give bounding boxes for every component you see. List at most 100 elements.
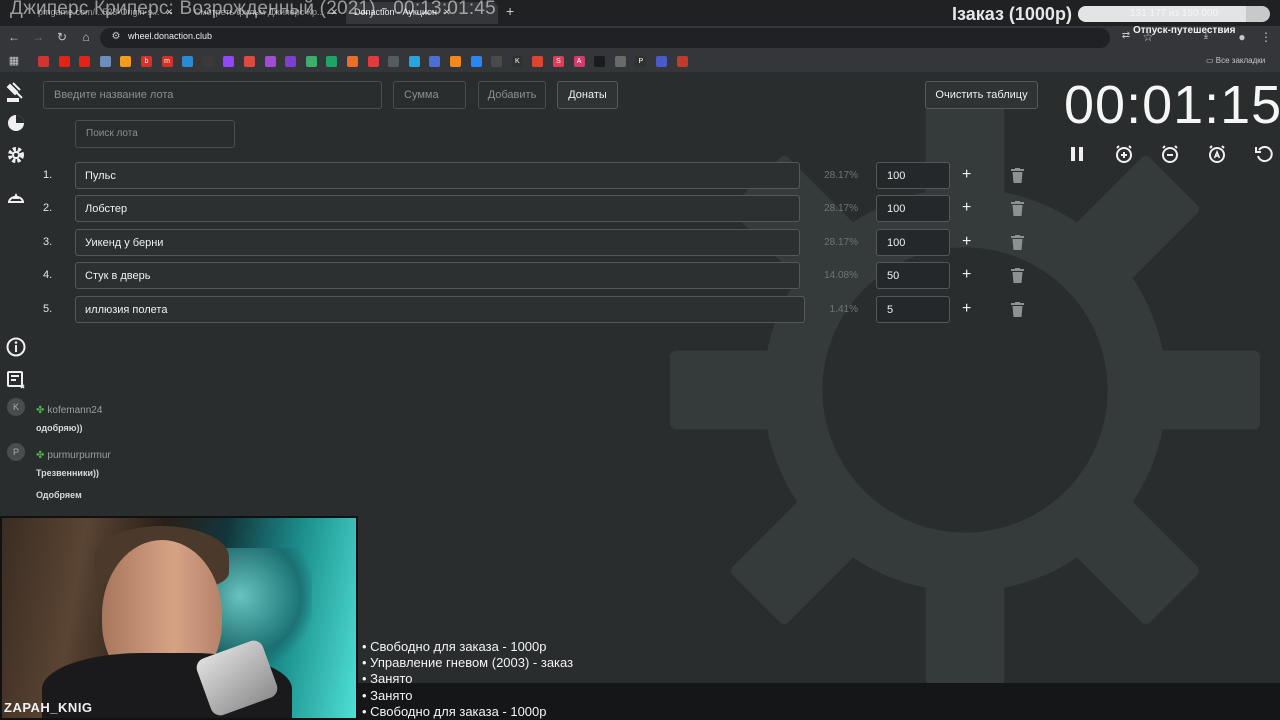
k-icon[interactable]: K — [511, 56, 523, 67]
lot-amount-field[interactable]: 5 — [876, 295, 950, 323]
chat-message: одобряю)) — [36, 423, 83, 433]
app-icon[interactable] — [367, 56, 379, 67]
lot-amount-field[interactable]: 50 — [876, 262, 950, 290]
lot-percent: 14.08% — [824, 270, 858, 282]
plus-icon[interactable]: + — [962, 266, 971, 284]
s-icon[interactable]: S — [553, 56, 564, 67]
add-time-icon[interactable] — [1114, 144, 1134, 164]
trash-icon[interactable] — [1011, 268, 1024, 284]
edge-icon[interactable] — [182, 56, 194, 67]
reset-icon[interactable] — [1254, 144, 1274, 164]
app-icon[interactable] — [244, 56, 255, 67]
trash-icon[interactable] — [1011, 168, 1024, 183]
ticker-line: • Занято — [362, 687, 413, 703]
app-icon[interactable] — [388, 56, 400, 67]
app-icon[interactable] — [305, 56, 317, 67]
youtube-icon[interactable] — [79, 56, 91, 67]
lot-amount-field[interactable]: 100 — [876, 195, 950, 223]
lot-number: 3. — [43, 235, 53, 248]
order-badge: Iзаказ (1000р) — [952, 4, 1072, 24]
plus-icon[interactable]: + — [962, 233, 971, 251]
lot-number: 1. — [43, 169, 53, 181]
plus-icon[interactable]: + — [962, 199, 971, 217]
lot-row: 4. Стук в дверь 14.08% 50 + — [0, 262, 1050, 290]
lot-number: 2. — [43, 202, 53, 215]
menu-dots-icon[interactable]: ⋮ — [1258, 30, 1274, 44]
trash-icon[interactable] — [1011, 301, 1024, 317]
apps-grid-icon[interactable]: ▦ — [6, 54, 22, 67]
avatar[interactable]: ● — [1234, 30, 1250, 44]
lot-row: 2. Лобстер 28.17% 100 + — [0, 195, 1050, 223]
play-icon[interactable] — [594, 56, 606, 67]
all-bookmarks-label: Все закладки — [1215, 56, 1266, 65]
app-icon[interactable] — [99, 56, 111, 67]
mail-icon[interactable] — [120, 56, 132, 67]
plus-icon[interactable]: + — [962, 300, 971, 318]
reload-icon[interactable]: ↻ — [54, 30, 70, 44]
gavel-icon[interactable] — [5, 81, 27, 103]
forward-icon[interactable]: → — [30, 30, 46, 44]
twitch-icon[interactable] — [223, 56, 235, 67]
auto-timer-icon[interactable] — [1207, 144, 1227, 164]
add-button[interactable]: Добавить — [478, 81, 546, 109]
lot-number: 4. — [43, 269, 53, 282]
sheet-icon[interactable] — [326, 56, 338, 67]
stream-title: Джиперс Криперс: Возрожденный (2021) - 0… — [10, 0, 496, 19]
pause-icon[interactable] — [1067, 144, 1087, 164]
a-icon[interactable]: A — [573, 56, 585, 67]
back-icon[interactable]: ← — [6, 30, 22, 44]
chat-username: ✤ kofemann24 — [36, 405, 102, 416]
lot-amount-field[interactable]: 100 — [876, 228, 950, 256]
lot-name-field[interactable]: Уикенд у берни — [75, 228, 800, 256]
app-icon[interactable] — [491, 56, 503, 67]
app-icon[interactable] — [429, 56, 441, 67]
lot-amount-field[interactable]: 100 — [876, 162, 950, 189]
timer-display: 00:01:15 — [1064, 75, 1280, 135]
wc-icon[interactable] — [285, 56, 297, 67]
app-icon[interactable] — [676, 56, 688, 67]
lot-percent: 28.17% — [824, 236, 858, 248]
clear-table-button[interactable]: Очистить таблицу — [925, 81, 1038, 109]
trash-icon[interactable] — [1011, 234, 1024, 250]
lot-name-field[interactable]: Пульс — [75, 162, 800, 189]
chat-panel-icon[interactable] — [5, 369, 27, 391]
address-bar[interactable]: ⚙ — [100, 28, 1110, 48]
translate-icon[interactable]: ⇄ — [1118, 30, 1134, 41]
app-icon[interactable] — [656, 56, 667, 67]
bookmarks-bar: ▦ bm K SA P ▭ Все закладки — [0, 50, 1280, 73]
plus-icon[interactable] — [202, 56, 214, 67]
leaf-icon: ✤ — [36, 405, 45, 416]
chat-message: Одобряем — [36, 490, 82, 500]
new-tab-icon[interactable]: + — [506, 3, 514, 19]
browser-nav-bar: ← → ↻ ⌂ ⚙ wheel.donaction.club ⇄ ☆ ⤓ ● ⋮ — [0, 26, 1280, 50]
app-icon[interactable] — [347, 56, 358, 67]
search-lot-input[interactable]: Поиск лота — [75, 120, 235, 148]
lot-name-input[interactable]: Введите название лота — [43, 81, 382, 109]
plus-icon[interactable]: + — [962, 166, 971, 184]
ring-icon[interactable] — [264, 56, 276, 67]
home-icon[interactable]: ⌂ — [78, 30, 94, 44]
lot-name-field[interactable]: Стук в дверь — [75, 262, 800, 290]
vk-icon[interactable] — [470, 56, 482, 67]
gmail-icon[interactable]: m — [161, 56, 173, 67]
app-icon[interactable] — [408, 56, 420, 67]
app-icon[interactable] — [532, 56, 544, 67]
wheel-icon[interactable] — [5, 112, 27, 134]
ok-icon[interactable] — [450, 56, 461, 67]
lot-name-field[interactable]: Лобстер — [75, 195, 800, 223]
avatar: P — [7, 443, 25, 461]
gmail-icon[interactable]: b — [141, 56, 152, 67]
url-text[interactable]: wheel.donaction.club — [128, 31, 212, 41]
all-bookmarks[interactable]: ▭ Все закладки — [1206, 56, 1265, 65]
youtube-icon[interactable] — [58, 56, 70, 67]
site-info-icon[interactable]: ⚙ — [108, 31, 124, 42]
lot-name-field[interactable]: иллюзия полета — [75, 295, 805, 323]
p-icon[interactable]: P — [635, 56, 647, 67]
amount-input[interactable]: Сумма — [393, 81, 466, 109]
remove-time-icon[interactable] — [1160, 144, 1180, 164]
donations-button[interactable]: Донаты — [557, 81, 618, 109]
bookmark-icon[interactable] — [38, 56, 49, 67]
info-icon[interactable] — [5, 336, 27, 358]
trash-icon[interactable] — [1011, 201, 1024, 217]
app-icon[interactable] — [614, 56, 626, 67]
